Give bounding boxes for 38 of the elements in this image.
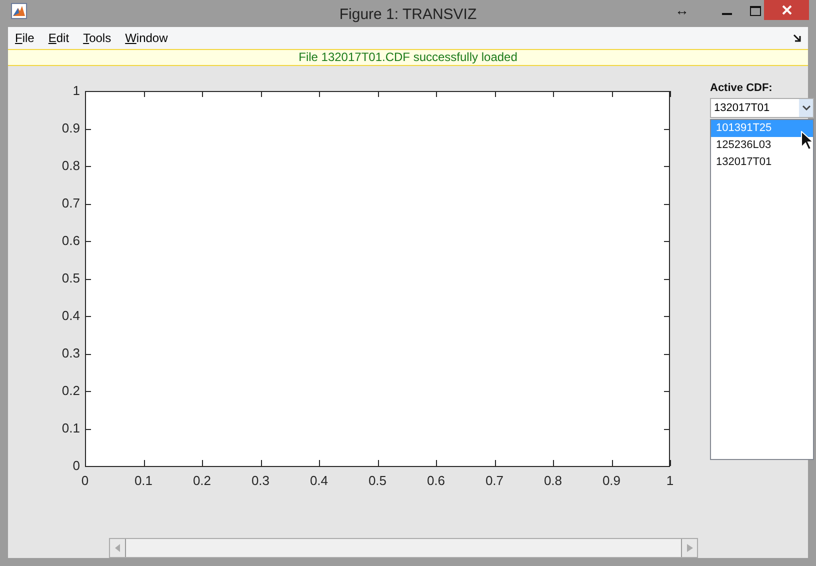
y-tick-label: 0.1: [62, 420, 80, 436]
window-title: Figure 1: TRANSVIZ: [339, 6, 477, 23]
y-tick-label: 0: [72, 458, 80, 473]
y-tick-label: 0.3: [62, 346, 80, 360]
y-tick-label: 0.9: [62, 120, 80, 136]
app-icon: [11, 3, 27, 20]
y-tick-label: 1: [72, 83, 80, 98]
x-tick-label: 0.5: [368, 473, 387, 488]
y-tick-label: 0.4: [62, 308, 80, 323]
status-message: File 132017T01.CDF successfully loaded: [8, 49, 808, 66]
x-tick-label: 0: [81, 473, 89, 488]
dropdown-option[interactable]: 132017T01: [711, 154, 813, 171]
menu-item[interactable]: File: [15, 30, 34, 45]
x-tick-label: 1: [666, 473, 674, 488]
x-tick-label: 0.7: [485, 473, 504, 488]
x-tick-label: 0.9: [602, 473, 621, 488]
maximize-icon[interactable]: [750, 6, 761, 16]
panel-label: Active CDF:: [710, 82, 774, 94]
y-tick-label: 0.8: [62, 158, 80, 173]
y-tick-label: 0.7: [62, 196, 80, 210]
x-tick-label: 0.4: [310, 473, 328, 488]
dropdown[interactable]: 132017T01: [710, 98, 814, 118]
menu-item[interactable]: Edit: [48, 30, 70, 45]
close-icon[interactable]: [782, 5, 792, 15]
x-tick-label: 0.2: [192, 473, 212, 488]
dock-arrow-icon[interactable]: [793, 34, 801, 42]
x-tick-label: 0.6: [426, 473, 446, 488]
x-tick-label: 0.3: [251, 473, 270, 488]
x-tick-label: 0.1: [134, 473, 153, 488]
x-tick-label: 0.8: [544, 473, 562, 488]
menu-item[interactable]: Tools: [83, 30, 112, 45]
resize-glyph[interactable]: ↔: [675, 2, 689, 18]
chevron-down-icon[interactable]: [802, 105, 810, 111]
y-tick-label: 0.2: [62, 383, 80, 398]
close-button[interactable]: [764, 0, 809, 20]
y-tick-label: 0.5: [62, 270, 80, 286]
y-tick-label: 0.6: [62, 233, 80, 248]
menu-item[interactable]: Window: [125, 30, 168, 45]
